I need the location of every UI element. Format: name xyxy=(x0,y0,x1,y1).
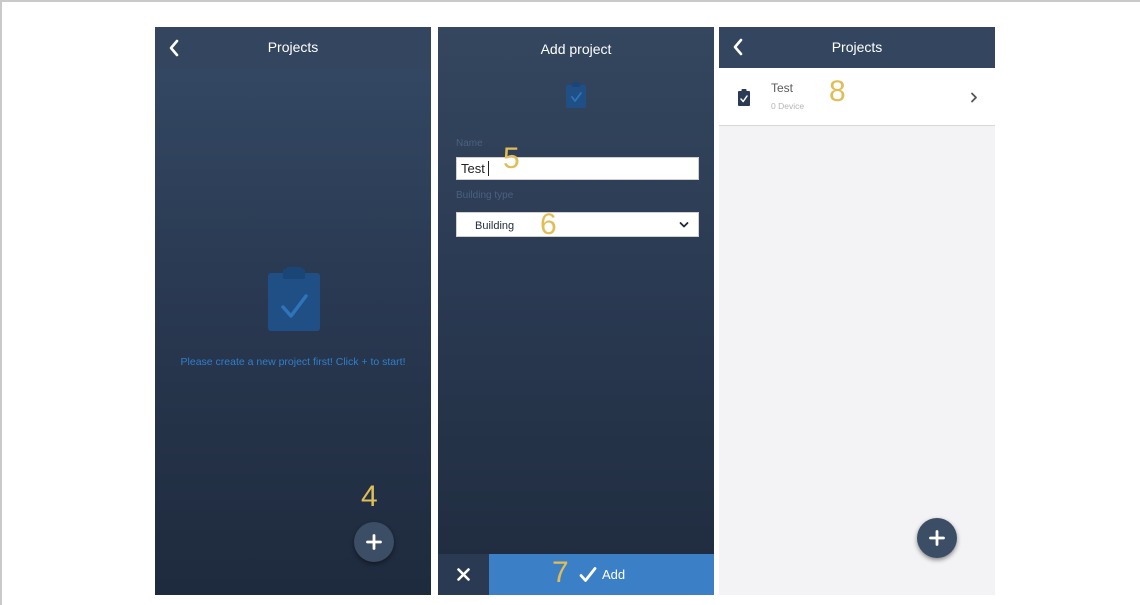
text-cursor xyxy=(488,161,489,176)
app-header: Projects xyxy=(719,27,995,68)
step-number-8: 8 xyxy=(829,75,846,108)
clipboard-check-icon xyxy=(566,82,586,108)
app-header: Projects xyxy=(155,27,431,69)
clipboard-check-icon xyxy=(268,267,320,331)
page-title: Add project xyxy=(540,41,612,57)
frame-border-top xyxy=(0,0,1140,2)
add-project-fab[interactable] xyxy=(917,518,957,558)
project-name: Test xyxy=(771,81,794,95)
name-label: Name xyxy=(456,138,483,149)
empty-state-message: Please create a new project first! Click… xyxy=(180,356,406,368)
building-type-value: Building xyxy=(475,220,515,232)
projects-list-screen: Projects Test 0 Device 8 xyxy=(719,27,995,595)
add-project-fab[interactable] xyxy=(354,522,394,562)
check-icon xyxy=(579,567,597,582)
chevron-right-icon xyxy=(971,92,977,103)
page-title: Projects xyxy=(831,39,883,55)
add-button[interactable]: 7 Add xyxy=(489,554,714,595)
list-item-project[interactable]: Test 0 Device 8 xyxy=(719,68,995,126)
step-number-7: 7 xyxy=(552,556,569,589)
step-number-5: 5 xyxy=(503,142,520,175)
add-project-screen: Add project Name 5 Building type Buildin… xyxy=(438,27,714,595)
plus-icon xyxy=(929,530,945,546)
projects-empty-screen: Projects Please create a new project fir… xyxy=(155,27,431,595)
step-number-4: 4 xyxy=(361,480,378,513)
add-button-label: Add xyxy=(602,567,626,582)
cancel-button[interactable] xyxy=(438,554,489,595)
close-icon xyxy=(457,568,470,581)
plus-icon xyxy=(366,534,382,550)
clipboard-check-icon xyxy=(738,89,750,106)
project-device-count: 0 Device xyxy=(771,101,805,111)
chevron-down-icon xyxy=(679,222,689,228)
action-bar: 7 Add xyxy=(438,554,714,595)
name-input[interactable] xyxy=(456,157,699,180)
frame-border-left xyxy=(0,0,2,605)
building-type-select[interactable]: Building xyxy=(456,212,699,237)
page-title: Projects xyxy=(267,39,319,55)
step-number-6: 6 xyxy=(540,208,557,241)
building-type-label: Building type xyxy=(456,190,514,201)
